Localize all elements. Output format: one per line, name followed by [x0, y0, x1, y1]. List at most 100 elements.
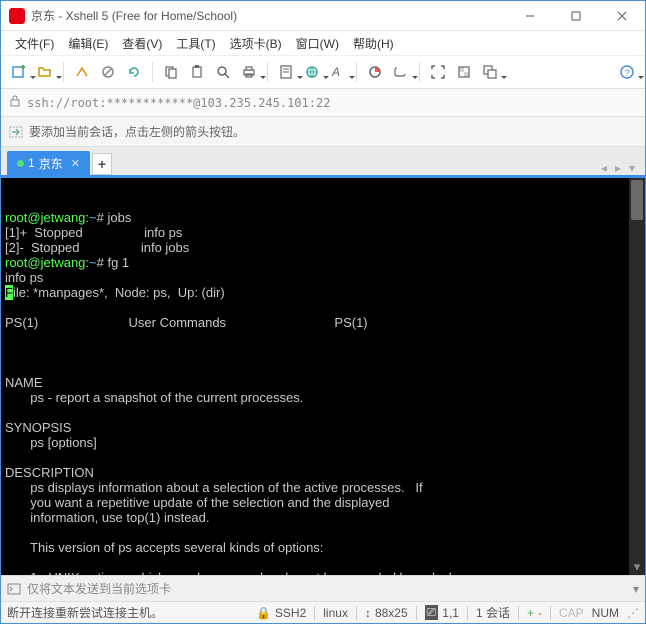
menu-tabs[interactable]: 选项卡(B) [224, 33, 288, 54]
menu-file[interactable]: 文件(F) [9, 33, 60, 54]
terminal-line: 1 UNIX options, which may be grouped and… [5, 570, 641, 575]
menu-view[interactable]: 查看(V) [116, 33, 168, 54]
toolbar: A ? [1, 55, 645, 89]
terminal-icon [7, 582, 21, 596]
properties-button[interactable] [274, 60, 298, 84]
terminal-line: File: *manpages*, Node: ps, Up: (dir) [5, 285, 641, 300]
color-button[interactable] [363, 60, 387, 84]
menu-help[interactable]: 帮助(H) [347, 33, 400, 54]
status-cap: CAP [559, 606, 584, 620]
terminal-line: This version of ps accepts several kinds… [5, 540, 641, 555]
minimize-button[interactable] [507, 1, 553, 31]
terminal-line: DESCRIPTION [5, 465, 641, 480]
menu-tools[interactable]: 工具(T) [170, 33, 221, 54]
terminal-line: PS(1) User Commands PS(1) [5, 315, 641, 330]
menu-bar: 文件(F) 编辑(E) 查看(V) 工具(T) 选项卡(B) 窗口(W) 帮助(… [1, 31, 645, 55]
title-bar: 京东 - Xshell 5 (Free for Home/School) [1, 1, 645, 31]
resize-icon: ↕ [365, 606, 371, 620]
terminal-line [5, 360, 641, 375]
arrow-icon[interactable] [9, 125, 23, 139]
tab-strip: 1 京东 ✕ + ◂ ▸ ▾ [1, 147, 645, 175]
terminal-line: NAME [5, 375, 641, 390]
terminal-line: [1]+ Stopped info ps [5, 225, 641, 240]
tab-next-icon[interactable]: ▸ [611, 161, 625, 175]
address-bar: ssh://root:************@103.235.245.101:… [1, 89, 645, 117]
terminal-scrollbar[interactable]: ▾ [629, 178, 645, 575]
status-ssh: SSH2 [275, 606, 306, 620]
terminal-line: ps [options] [5, 435, 641, 450]
status-sessions: 1 会话 [476, 604, 510, 621]
sessions-add-icon[interactable]: + [527, 606, 534, 620]
terminal-line: information, use top(1) instead. [5, 510, 641, 525]
open-button[interactable] [33, 60, 57, 84]
toolbar-separator [152, 62, 153, 82]
menu-window[interactable]: 窗口(W) [290, 33, 345, 54]
status-os: linux [323, 606, 348, 620]
send-bar-text: 仅将文本发送到当前选项卡 [27, 580, 171, 597]
tab-nav: ◂ ▸ ▾ [597, 161, 645, 175]
scrollbar-down-icon[interactable]: ▾ [631, 559, 643, 573]
address-text[interactable]: ssh://root:************@103.235.245.101:… [27, 96, 330, 110]
status-pos: 1,1 [442, 606, 459, 620]
tab-list-icon[interactable]: ▾ [625, 161, 639, 175]
scrollbar-thumb[interactable] [631, 180, 643, 220]
resize-grip-icon[interactable]: ⋰ [627, 606, 639, 620]
window-title: 京东 - Xshell 5 (Free for Home/School) [31, 7, 507, 24]
cursor-icon: ⎚ [425, 605, 439, 620]
terminal-line [5, 450, 641, 465]
terminal-line [5, 330, 641, 345]
lock-icon [9, 95, 21, 110]
toolbar-separator [419, 62, 420, 82]
find-button[interactable] [211, 60, 235, 84]
send-bar-dropdown-icon[interactable]: ▾ [633, 582, 639, 596]
connect-button[interactable] [70, 60, 94, 84]
disconnect-button[interactable] [96, 60, 120, 84]
terminal-line [5, 555, 641, 570]
terminal-line [5, 300, 641, 315]
close-button[interactable] [599, 1, 645, 31]
reconnect-button[interactable] [122, 60, 146, 84]
maximize-button[interactable] [553, 1, 599, 31]
tab-session[interactable]: 1 京东 ✕ [7, 151, 90, 175]
terminal-line: SYNOPSIS [5, 420, 641, 435]
status-message: 断开连接重新尝试连接主机。 [7, 604, 163, 621]
host-button[interactable] [300, 60, 324, 84]
send-bar: 仅将文本发送到当前选项卡 ▾ [1, 575, 645, 601]
copy-button[interactable] [159, 60, 183, 84]
tab-index: 1 [28, 156, 35, 170]
svg-text:?: ? [625, 68, 630, 78]
terminal-line: root@jetwang:~# fg 1 [5, 255, 641, 270]
help-button[interactable]: ? [615, 60, 639, 84]
terminal-line: root@jetwang:~# jobs [5, 210, 641, 225]
transparency-button[interactable] [452, 60, 476, 84]
status-num: NUM [592, 606, 619, 620]
tab-prev-icon[interactable]: ◂ [597, 161, 611, 175]
svg-text:A: A [331, 65, 340, 79]
terminal-line: ps - report a snapshot of the current pr… [5, 390, 641, 405]
terminal-line [5, 525, 641, 540]
font-button[interactable]: A [326, 60, 350, 84]
paste-button[interactable] [185, 60, 209, 84]
new-session-button[interactable] [7, 60, 31, 84]
terminal-pane[interactable]: root@jetwang:~# jobs[1]+ Stopped info ps… [1, 178, 645, 575]
status-dot-icon [17, 160, 24, 167]
terminal-line: you want a repetitive update of the sele… [5, 495, 641, 510]
print-button[interactable] [237, 60, 261, 84]
terminal-line: [2]- Stopped info jobs [5, 240, 641, 255]
tab-close-icon[interactable]: ✕ [71, 157, 80, 170]
fullscreen-button[interactable] [426, 60, 450, 84]
app-logo-icon [9, 8, 25, 24]
script-button[interactable] [389, 60, 413, 84]
toolbar-separator [356, 62, 357, 82]
tab-add-button[interactable]: + [92, 153, 112, 175]
tab-label: 京东 [39, 155, 63, 172]
terminal-line [5, 345, 641, 360]
always-on-top-button[interactable] [478, 60, 502, 84]
sessions-remove-icon[interactable]: - [538, 606, 542, 620]
terminal-line: info ps [5, 270, 641, 285]
menu-edit[interactable]: 编辑(E) [62, 33, 114, 54]
status-bar: 断开连接重新尝试连接主机。 🔒 SSH2 linux ↕ 88x25 ⎚1,1 1 … [1, 601, 645, 623]
status-size: 88x25 [375, 606, 408, 620]
lock-icon: 🔒 [256, 606, 271, 620]
hint-text: 要添加当前会话，点击左侧的箭头按钮。 [29, 123, 245, 140]
